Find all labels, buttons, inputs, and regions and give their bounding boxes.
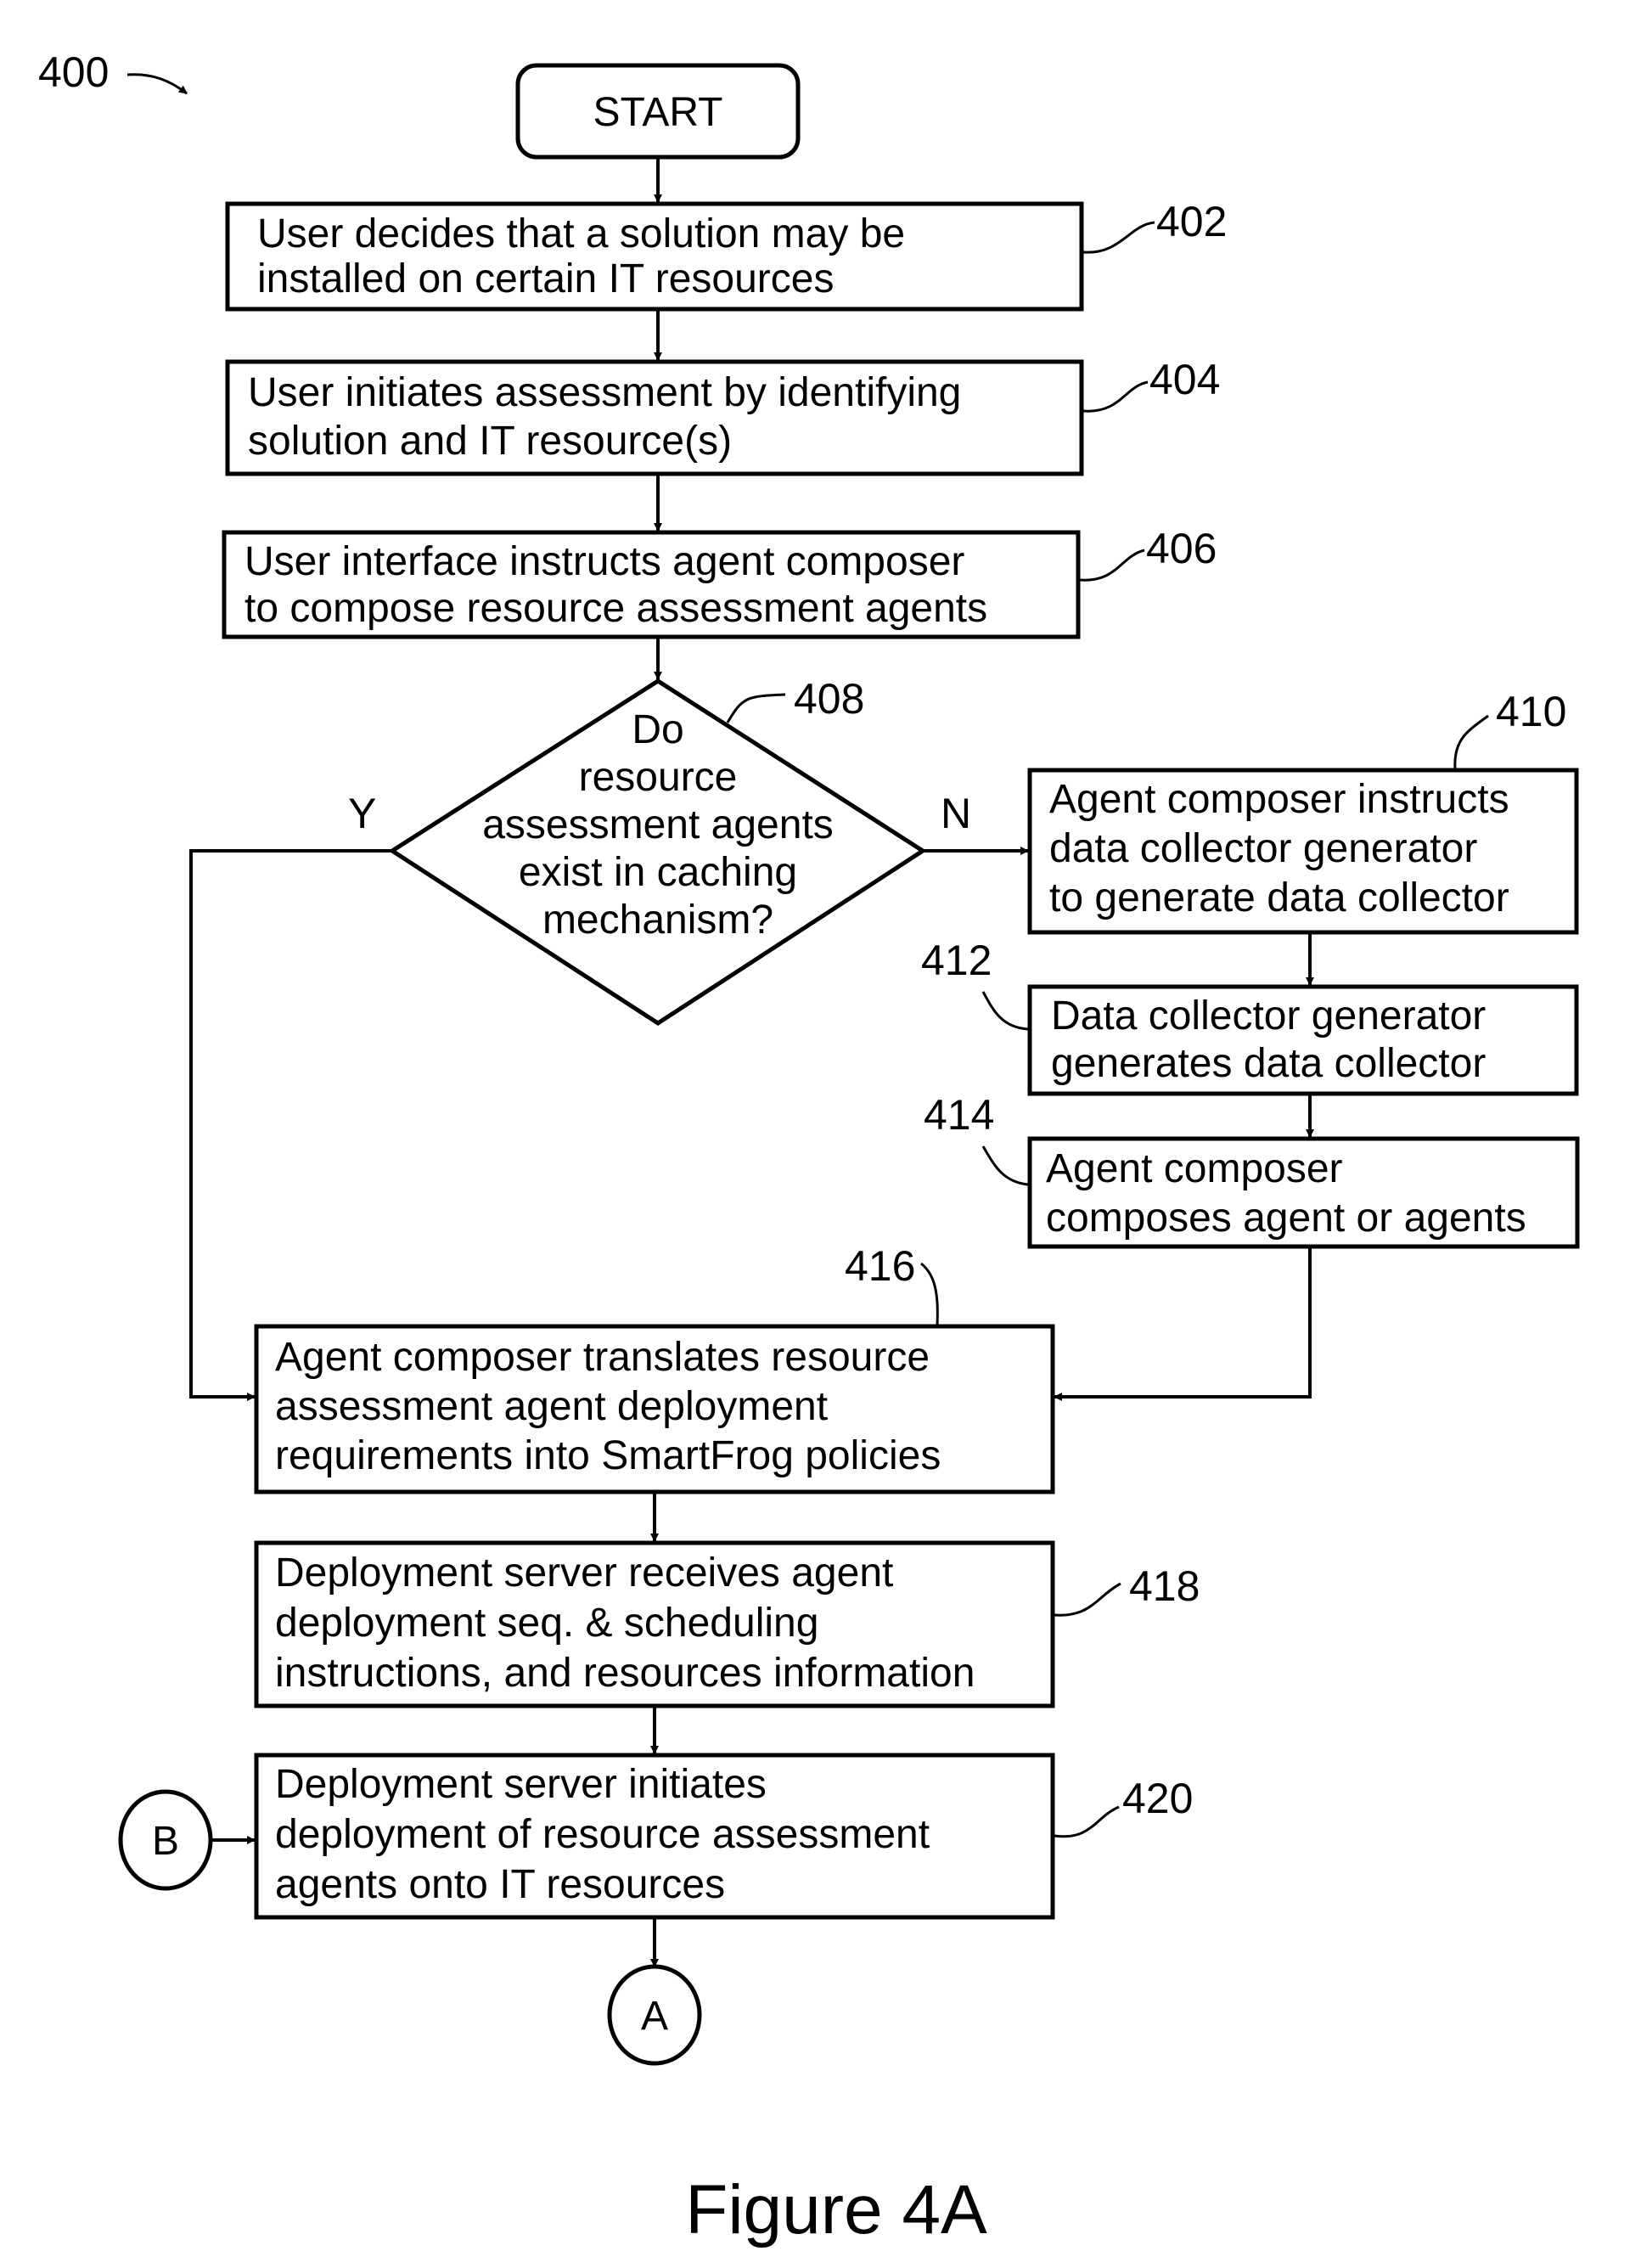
- step-410-line-2: data collector generator: [1049, 826, 1477, 871]
- step-406-leader: [1079, 549, 1145, 582]
- step-416-line-3: requirements into SmartFrog policies: [275, 1433, 941, 1478]
- step-416: Agent composer translates resource asses…: [254, 1242, 1055, 1494]
- decision-408-line-2: resource: [579, 755, 738, 800]
- step-418-leader: [1054, 1582, 1121, 1617]
- decision-408-yes-label: Y: [348, 790, 376, 837]
- step-414: Agent composer composes agent or agents …: [924, 1091, 1580, 1249]
- step-418-line-2: deployment seq. & scheduling: [275, 1601, 818, 1646]
- step-402: User decides that a solution may be inst…: [225, 198, 1227, 312]
- step-412: Data collector generator generates data …: [921, 937, 1579, 1096]
- step-416-line-1: Agent composer translates resource: [275, 1335, 930, 1380]
- figure-caption: Figure 4A: [685, 2171, 987, 2248]
- step-418-line-1: Deployment server receives agent: [275, 1550, 893, 1595]
- step-404-ref: 404: [1149, 356, 1220, 403]
- step-406: User interface instructs agent composer …: [222, 525, 1217, 639]
- step-404-leader: [1082, 380, 1149, 413]
- step-404: User initiates assessment by identifying…: [225, 356, 1220, 476]
- decision-408-line-5: mechanism?: [542, 898, 773, 943]
- step-410-line-1: Agent composer instructs: [1049, 777, 1509, 822]
- decision-408-line-4: exist in caching: [519, 850, 797, 895]
- arrow-414-to-416: [1054, 1247, 1312, 1401]
- step-402-ref: 402: [1156, 198, 1227, 245]
- flowchart: 400 START User decides that a solution m…: [38, 48, 1580, 2248]
- decision-408-ref: 408: [794, 675, 864, 723]
- step-412-leader: [981, 991, 1029, 1031]
- step-418-ref: 418: [1129, 1562, 1200, 1610]
- decision-408-line-3: assessment agents: [482, 802, 834, 847]
- step-412-line-1: Data collector generator: [1051, 993, 1486, 1038]
- step-416-leader: [920, 1262, 939, 1325]
- step-410-line-3: to generate data collector: [1049, 875, 1509, 920]
- connector-a-label: A: [641, 1994, 668, 2039]
- step-418: Deployment server receives agent deploym…: [254, 1540, 1200, 1708]
- step-414-line-1: Agent composer: [1046, 1146, 1343, 1191]
- step-404-line-1: User initiates assessment by identifying: [248, 370, 961, 415]
- step-414-leader: [981, 1145, 1029, 1186]
- step-420-line-2: deployment of resource assessment: [275, 1812, 930, 1857]
- arrow-408-yes-to-416: [189, 849, 392, 1401]
- step-414-ref: 414: [924, 1091, 994, 1139]
- step-420-line-3: agents onto IT resources: [275, 1862, 725, 1907]
- figure-reference-label: 400: [38, 48, 109, 96]
- step-420-ref: 420: [1122, 1775, 1193, 1822]
- step-410-ref: 410: [1496, 688, 1566, 735]
- step-416-ref: 416: [845, 1242, 915, 1290]
- step-420: Deployment server initiates deployment o…: [254, 1753, 1193, 1920]
- step-414-line-2: composes agent or agents: [1046, 1196, 1526, 1241]
- step-406-ref: 406: [1146, 525, 1217, 572]
- connector-b-label: B: [152, 1819, 179, 1864]
- start-terminal: START: [515, 63, 801, 160]
- step-402-leader: [1082, 221, 1155, 254]
- connector-b: B: [118, 1789, 213, 1891]
- step-406-line-1: User interface instructs agent composer: [244, 539, 964, 584]
- step-404-line-2: solution and IT resource(s): [248, 419, 732, 464]
- step-412-line-2: generates data collector: [1051, 1041, 1486, 1086]
- connector-a: A: [607, 1964, 702, 2066]
- step-418-line-3: instructions, and resources information: [275, 1651, 975, 1696]
- figure-reference: 400: [38, 48, 188, 96]
- step-410: Agent composer instructs data collector …: [1027, 688, 1579, 935]
- step-402-line-2: installed on certain IT resources: [257, 256, 834, 301]
- step-402-line-1: User decides that a solution may be: [257, 211, 905, 256]
- figure-reference-arrow: [126, 73, 188, 95]
- step-420-line-1: Deployment server initiates: [275, 1762, 767, 1807]
- decision-408-line-1: Do: [632, 707, 683, 752]
- decision-408-no-label: N: [941, 790, 971, 837]
- step-412-ref: 412: [921, 937, 992, 984]
- step-420-leader: [1054, 1805, 1120, 1838]
- decision-408: Do resource assessment agents exist in c…: [348, 675, 971, 1026]
- step-410-leader: [1453, 714, 1489, 769]
- start-label: START: [593, 90, 723, 135]
- step-416-line-2: assessment agent deployment: [275, 1384, 828, 1429]
- step-406-line-2: to compose resource assessment agents: [244, 586, 987, 631]
- decision-408-leader: [726, 693, 786, 723]
